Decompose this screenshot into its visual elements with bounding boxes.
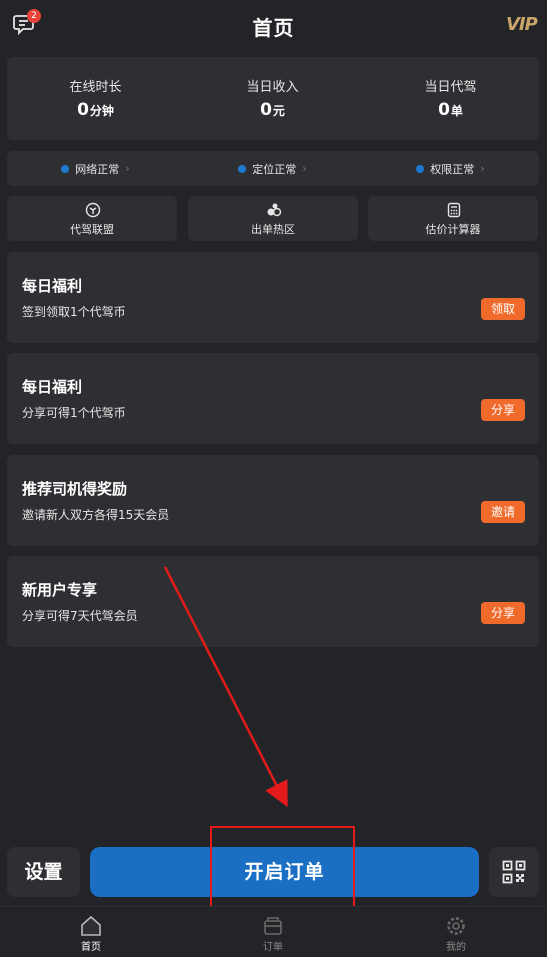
stat-value: 0 [438,100,450,120]
stat-value: 0 [77,100,89,120]
settings-button[interactable]: 设置 [7,847,80,897]
cube-icon [85,202,101,218]
benefit-card-checkin: 每日福利 签到领取1个代驾币 领取 [7,252,539,343]
tab-orders[interactable]: 订单 [182,907,364,957]
page-title: 首页 [252,16,295,40]
calculator-icon [447,202,461,218]
qr-code-icon [502,860,526,884]
benefit-title: 每日福利 [22,277,83,295]
tab-label: 我的 [446,942,466,953]
stats-panel: 在线时长 0分钟 当日收入 0元 当日代驾 0单 [7,57,539,140]
benefit-desc: 签到领取1个代驾币 [22,305,126,319]
benefit-title: 每日福利 [22,378,83,396]
chevron-right-icon: › [480,162,485,175]
tab-home[interactable]: 首页 [0,907,182,957]
benefit-title: 推荐司机得奖励 [22,480,128,498]
qr-scan-button[interactable] [489,847,539,897]
stat-unit: 元 [272,104,285,118]
status-permission[interactable]: 权限正常 › [362,151,539,186]
status-dot-icon [238,164,247,173]
stat-daily-orders: 当日代驾 0单 [362,57,539,140]
top-bar: 2 首页 VIP [0,0,547,52]
stat-value: 0 [260,100,272,120]
hotspot-icon [267,203,282,217]
stat-unit: 单 [450,104,463,118]
benefit-desc: 邀请新人双方各得15天会员 [22,508,170,522]
home-icon [81,915,101,936]
claim-button[interactable]: 领取 [481,298,525,320]
stat-label: 在线时长 [69,80,122,95]
stat-online-time: 在线时长 0分钟 [7,57,184,140]
benefit-card-referral: 推荐司机得奖励 邀请新人双方各得15天会员 邀请 [7,455,539,546]
status-bar: 网络正常 › 定位正常 › 权限正常 › [7,151,539,186]
stat-unit: 分钟 [89,104,114,118]
bottom-tab-bar: 首页 订单 我的 [0,906,547,957]
orders-icon [264,917,282,935]
tool-label: 代驾联盟 [70,223,114,236]
annotation-highlight-box [210,826,355,908]
benefit-title: 新用户专享 [22,581,98,599]
tool-label: 出单热区 [251,223,295,236]
tab-mine[interactable]: 我的 [365,907,547,957]
benefit-desc: 分享可得7天代驾会员 [22,609,138,623]
chevron-right-icon: › [302,162,307,175]
chevron-right-icon: › [125,162,130,175]
tool-label: 估价计算器 [425,223,481,236]
tab-label: 订单 [263,942,283,953]
tool-order-hotspot[interactable]: 出单热区 [188,196,358,241]
invite-button[interactable]: 邀请 [481,501,525,523]
benefit-card-share: 每日福利 分享可得1个代驾币 分享 [7,353,539,444]
tab-label: 首页 [81,942,101,953]
stat-label: 当日代驾 [424,80,477,95]
stat-label: 当日收入 [246,80,299,95]
gear-icon [447,917,465,935]
status-label: 网络正常 [75,162,120,176]
tool-price-calculator[interactable]: 估价计算器 [368,196,538,241]
status-location[interactable]: 定位正常 › [184,151,361,186]
share-button[interactable]: 分享 [481,602,525,624]
vip-logo[interactable]: VIP [506,14,538,35]
share-button[interactable]: 分享 [481,399,525,421]
benefit-desc: 分享可得1个代驾币 [22,406,126,420]
benefit-card-new-user: 新用户专享 分享可得7天代驾会员 分享 [7,556,539,647]
status-label: 定位正常 [252,162,297,176]
status-dot-icon [416,164,425,173]
status-dot-icon [61,164,70,173]
status-network[interactable]: 网络正常 › [7,151,184,186]
tool-driver-alliance[interactable]: 代驾联盟 [7,196,177,241]
status-label: 权限正常 [430,162,475,176]
stat-daily-income: 当日收入 0元 [184,57,361,140]
